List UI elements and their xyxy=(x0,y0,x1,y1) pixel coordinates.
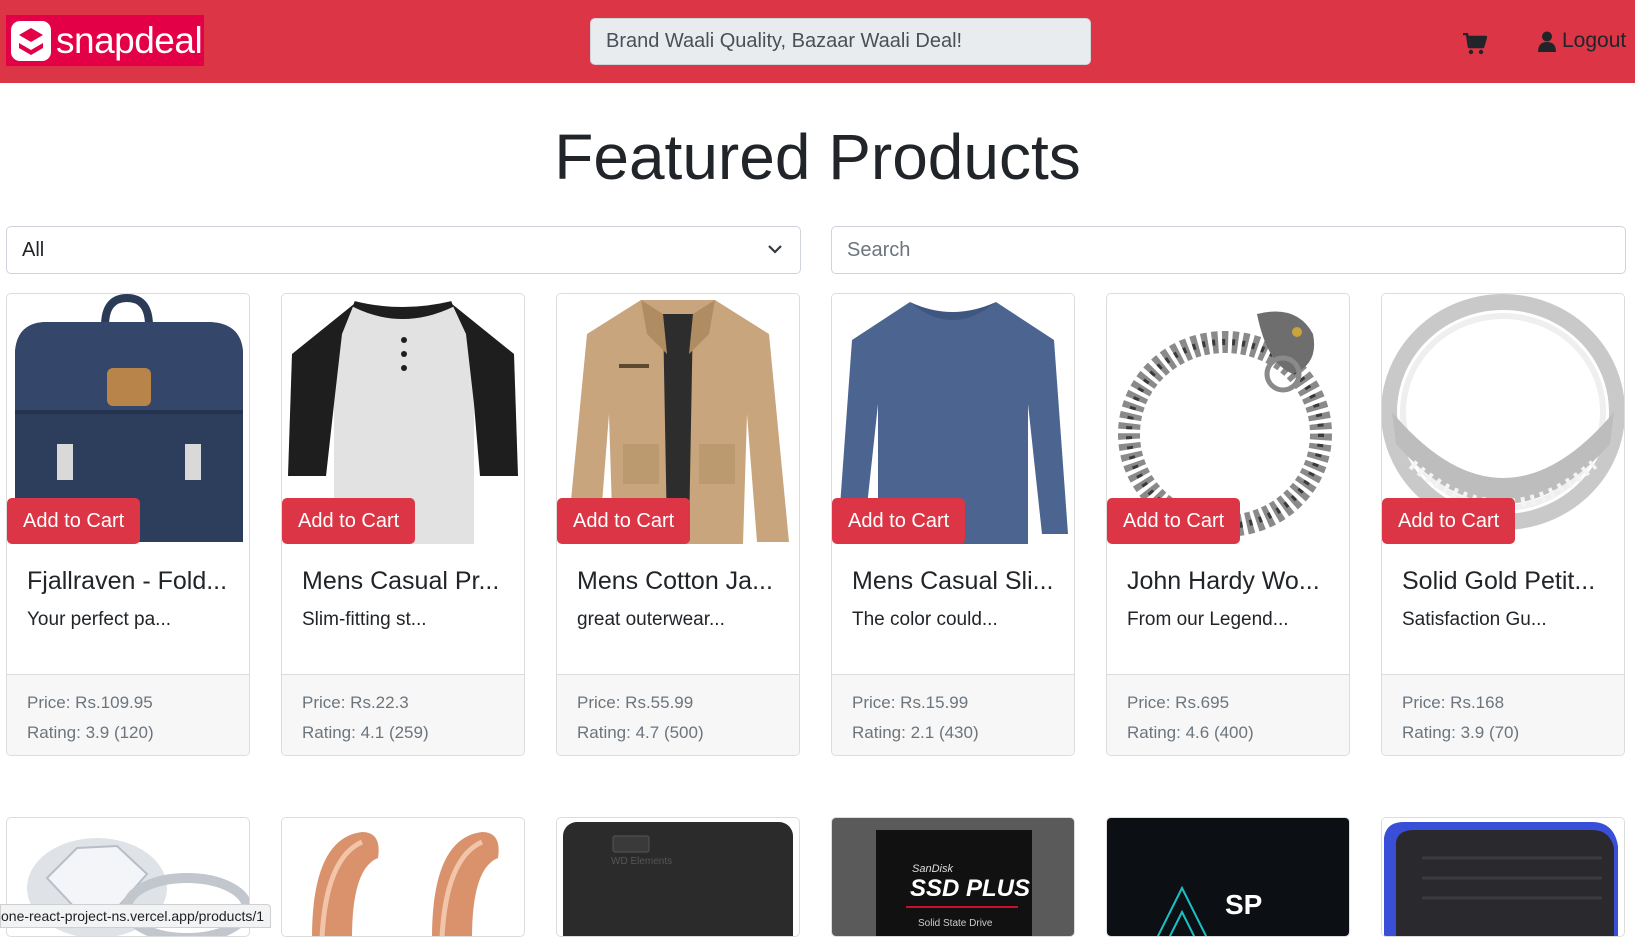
product-title[interactable]: Fjallraven - Fold... xyxy=(27,567,227,596)
sandisk-model: SSD PLUS xyxy=(910,875,1030,902)
sandisk-ssd-image: SanDisk SSD PLUS Solid State Drive xyxy=(832,818,1074,936)
shopping-cart-icon[interactable] xyxy=(1463,33,1487,55)
wd-hard-drive-image: WD Elements xyxy=(563,822,793,936)
logout-button[interactable]: Logout xyxy=(1538,29,1626,53)
wd-label: WD Elements xyxy=(611,856,672,867)
product-description: Slim-fitting st... xyxy=(302,609,427,630)
product-search-input[interactable]: Search xyxy=(831,226,1626,274)
product-card[interactable] xyxy=(1381,817,1625,937)
product-footer: Price: Rs.109.95 Rating: 3.9 (120) xyxy=(7,674,249,755)
product-price: Price: Rs.15.99 xyxy=(852,693,969,712)
product-price: Price: Rs.55.99 xyxy=(577,693,694,712)
snapdeal-logo-icon xyxy=(11,20,51,61)
product-card[interactable] xyxy=(281,817,525,937)
product-description: Your perfect pa... xyxy=(27,609,172,630)
sp-logo: SP xyxy=(1225,889,1262,920)
product-title[interactable]: Mens Casual Pr... xyxy=(302,567,499,596)
product-description: From our Legend... xyxy=(1127,609,1289,630)
product-title[interactable]: John Hardy Wo... xyxy=(1127,567,1320,596)
add-to-cart-button[interactable]: Add to Cart xyxy=(832,498,966,544)
product-footer: Price: Rs.168 Rating: 3.9 (70) xyxy=(1382,674,1624,755)
product-title[interactable]: Mens Cotton Ja... xyxy=(577,567,773,596)
gaming-drive-image xyxy=(1382,818,1624,936)
product-card[interactable]: WD Elements xyxy=(556,817,800,937)
product-card[interactable]: SP xyxy=(1106,817,1350,937)
product-description: great outerwear... xyxy=(577,609,725,630)
header-search-input[interactable]: Brand Waali Quality, Bazaar Waali Deal! xyxy=(590,18,1091,65)
user-icon xyxy=(1538,31,1556,52)
status-bar-url: one-react-project-ns.vercel.app/products… xyxy=(0,904,272,928)
product-card[interactable]: Add to Cart Mens Casual Sli... The color… xyxy=(831,293,1075,756)
navbar: snapdeal Brand Waali Quality, Bazaar Waa… xyxy=(0,0,1635,83)
page-title: Featured Products xyxy=(554,121,1081,193)
product-card[interactable]: Add to Cart Fjallraven - Fold... Your pe… xyxy=(6,293,250,756)
product-rating: Rating: 4.1 (259) xyxy=(302,723,429,742)
product-card[interactable]: Add to Cart Mens Casual Pr... Slim-fitti… xyxy=(281,293,525,756)
rose-gold-earrings-image xyxy=(312,832,499,936)
product-price: Price: Rs.695 xyxy=(1127,693,1230,712)
product-title[interactable]: Mens Casual Sli... xyxy=(852,567,1053,596)
product-rating: Rating: 2.1 (430) xyxy=(852,723,979,742)
product-footer: Price: Rs.22.3 Rating: 4.1 (259) xyxy=(282,674,524,755)
silicon-power-ssd-image: SP xyxy=(1107,818,1349,936)
chevron-down-icon xyxy=(768,245,782,254)
category-select-value: All xyxy=(22,239,45,261)
add-to-cart-button[interactable]: Add to Cart xyxy=(1107,498,1241,544)
product-footer: Price: Rs.695 Rating: 4.6 (400) xyxy=(1107,674,1349,755)
product-price: Price: Rs.22.3 xyxy=(302,693,409,712)
product-footer: Price: Rs.55.99 Rating: 4.7 (500) xyxy=(557,674,799,755)
add-to-cart-button[interactable]: Add to Cart xyxy=(1382,498,1516,544)
product-rating: Rating: 4.6 (400) xyxy=(1127,723,1254,742)
logo-text: snapdeal xyxy=(56,19,203,61)
product-card[interactable]: Add to Cart Mens Cotton Ja... great oute… xyxy=(556,293,800,756)
logout-label: Logout xyxy=(1562,29,1627,52)
sandisk-sub: Solid State Drive xyxy=(918,918,993,929)
product-price: Price: Rs.109.95 xyxy=(27,693,153,712)
product-card[interactable]: Add to Cart Solid Gold Petit... Satisfac… xyxy=(1381,293,1625,756)
category-select[interactable]: All xyxy=(6,226,801,274)
product-rating: Rating: 4.7 (500) xyxy=(577,723,704,742)
product-rating: Rating: 3.9 (120) xyxy=(27,723,154,742)
product-description: Satisfaction Gu... xyxy=(1402,609,1547,630)
snapdeal-logo[interactable]: snapdeal xyxy=(6,15,204,66)
product-card[interactable]: SanDisk SSD PLUS Solid State Drive xyxy=(831,817,1075,937)
sandisk-brand: SanDisk xyxy=(912,863,953,875)
add-to-cart-button[interactable]: Add to Cart xyxy=(557,498,691,544)
product-description: The color could... xyxy=(852,609,998,630)
add-to-cart-button[interactable]: Add to Cart xyxy=(7,498,141,544)
product-card[interactable]: Add to Cart John Hardy Wo... From our Le… xyxy=(1106,293,1350,756)
product-title[interactable]: Solid Gold Petit... xyxy=(1402,567,1595,596)
product-rating: Rating: 3.9 (70) xyxy=(1402,723,1520,742)
product-footer: Price: Rs.15.99 Rating: 2.1 (430) xyxy=(832,674,1074,755)
product-price: Price: Rs.168 xyxy=(1402,693,1505,712)
add-to-cart-button[interactable]: Add to Cart xyxy=(282,498,416,544)
